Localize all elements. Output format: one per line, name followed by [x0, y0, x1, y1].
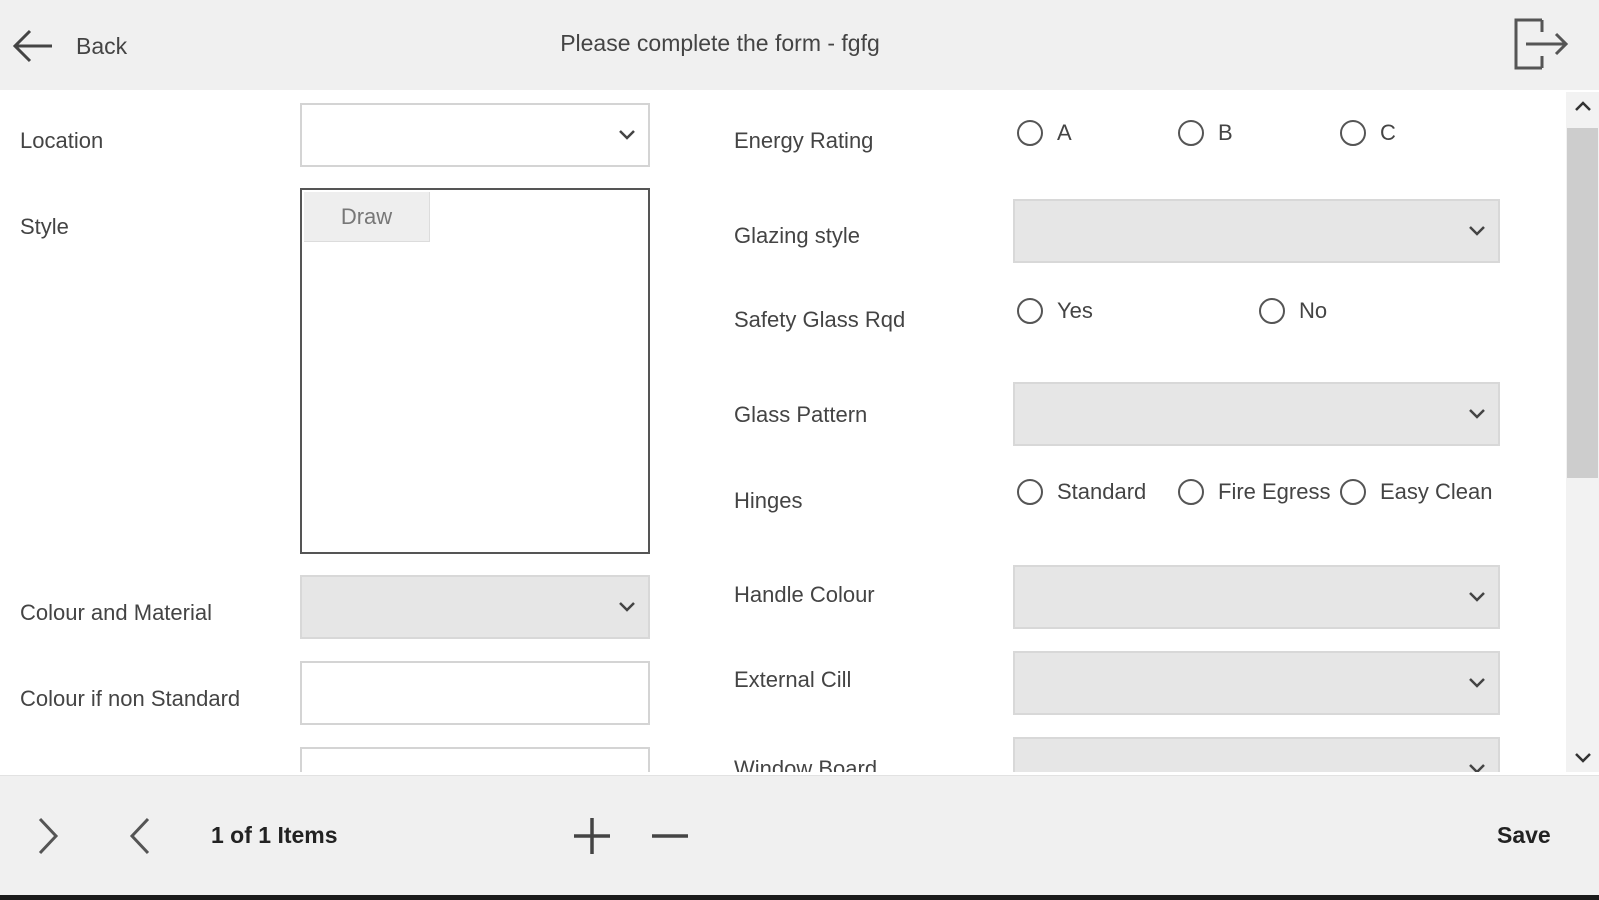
energy-radio-c[interactable]: C [1340, 120, 1396, 146]
radio-circle[interactable] [1017, 120, 1043, 146]
style-drawing-canvas[interactable]: Draw [300, 188, 650, 554]
chevron-down-icon [1469, 764, 1485, 772]
radio-label: C [1380, 120, 1396, 145]
colour-material-label: Colour and Material [20, 600, 212, 625]
chevron-down-icon [1469, 226, 1485, 236]
plus-icon[interactable] [572, 816, 612, 856]
scrollbar-thumb[interactable] [1567, 128, 1598, 478]
location-select[interactable] [300, 103, 650, 167]
vertical-scrollbar[interactable] [1566, 92, 1599, 772]
safety-radio-no[interactable]: No [1259, 298, 1327, 324]
bottom-edge [0, 895, 1599, 900]
glazing-style-label: Glazing style [734, 223, 860, 248]
chevron-down-icon [1469, 678, 1485, 688]
header-bar: Back Please complete the form - fgfg [0, 0, 1599, 90]
next-field-input[interactable] [300, 747, 650, 772]
radio-circle[interactable] [1178, 120, 1204, 146]
colour-nonstd-label: Colour if non Standard [20, 686, 241, 711]
chevron-down-icon [619, 602, 635, 612]
hinges-radio-easy-clean[interactable]: Easy Clean [1340, 479, 1493, 505]
glazing-style-select[interactable] [1013, 199, 1500, 263]
scroll-up-icon[interactable] [1574, 100, 1592, 112]
external-cill-label: External Cill [734, 667, 852, 692]
draw-button[interactable]: Draw [304, 192, 430, 242]
energy-radio-b[interactable]: B [1178, 120, 1233, 146]
form-area: Location Style Draw Colour and Material … [0, 92, 1566, 772]
radio-circle[interactable] [1259, 298, 1285, 324]
radio-circle[interactable] [1178, 479, 1204, 505]
energy-radio-a[interactable]: A [1017, 120, 1072, 146]
handle-colour-select[interactable] [1013, 565, 1500, 629]
radio-circle[interactable] [1340, 479, 1366, 505]
window-board-label: Window Board [734, 756, 878, 772]
radio-label: Fire Egress [1218, 479, 1331, 504]
chevron-left-icon[interactable] [128, 816, 152, 856]
radio-label: A [1057, 120, 1072, 145]
scroll-down-icon[interactable] [1574, 752, 1592, 764]
glass-pattern-select[interactable] [1013, 382, 1500, 446]
colour-nonstd-input[interactable] [300, 661, 650, 725]
radio-label: B [1218, 120, 1233, 145]
chevron-right-icon[interactable] [36, 816, 60, 856]
footer-bar: 1 of 1 Items Save [0, 775, 1599, 896]
external-cill-select[interactable] [1013, 651, 1500, 715]
style-label: Style [20, 214, 69, 239]
radio-circle[interactable] [1340, 120, 1366, 146]
chevron-down-icon [619, 130, 635, 140]
radio-label: No [1299, 298, 1328, 323]
minus-icon[interactable] [650, 816, 690, 856]
radio-circle[interactable] [1017, 479, 1043, 505]
save-button[interactable]: Save [1497, 822, 1551, 849]
chevron-down-icon [1469, 409, 1485, 419]
hinges-label: Hinges [734, 488, 803, 513]
window-board-select[interactable] [1013, 737, 1500, 772]
handle-colour-label: Handle Colour [734, 582, 875, 607]
logout-icon[interactable] [1510, 14, 1572, 74]
energy-rating-label: Energy Rating [734, 128, 874, 153]
location-label: Location [20, 128, 104, 153]
radio-circle[interactable] [1017, 298, 1043, 324]
safety-glass-label: Safety Glass Rqd [734, 307, 906, 332]
item-count: 1 of 1 Items [211, 822, 338, 848]
safety-radio-yes[interactable]: Yes [1017, 298, 1093, 324]
hinges-radio-standard[interactable]: Standard [1017, 479, 1146, 505]
radio-label: Standard [1057, 479, 1147, 504]
page-title: Please complete the form - fgfg [560, 30, 880, 56]
colour-material-select[interactable] [300, 575, 650, 639]
chevron-down-icon [1469, 592, 1485, 602]
glass-pattern-label: Glass Pattern [734, 402, 868, 427]
radio-label: Easy Clean [1380, 479, 1493, 504]
radio-label: Yes [1057, 298, 1093, 323]
hinges-radio-fire-egress[interactable]: Fire Egress [1178, 479, 1330, 505]
